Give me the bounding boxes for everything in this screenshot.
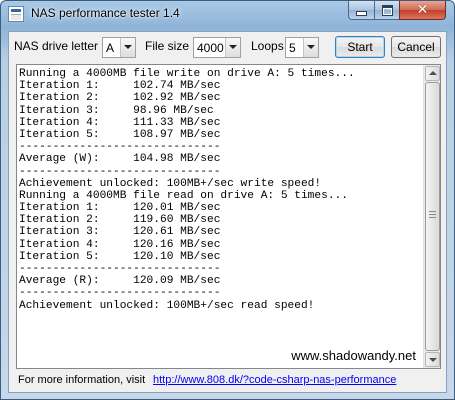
- file-size-label: File size: [145, 39, 190, 53]
- chevron-down-icon[interactable]: [120, 38, 135, 57]
- client-area: NAS drive letter A File size 4000 Loops …: [8, 31, 447, 393]
- chevron-down-icon[interactable]: [225, 38, 240, 57]
- close-button[interactable]: ✕: [399, 1, 446, 20]
- output-line: Average (R): 120.09 MB/sec: [19, 275, 221, 288]
- scroll-down-icon[interactable]: [425, 352, 440, 367]
- title-bar[interactable]: NAS performance tester 1.4 ✕: [1, 1, 454, 27]
- watermark-text: www.shadowandy.net: [291, 348, 416, 363]
- output-line: ------------------------------: [19, 141, 221, 154]
- drive-letter-label: NAS drive letter: [14, 39, 99, 53]
- output-line: Iteration 4: 120.16 MB/sec: [19, 238, 221, 251]
- info-text: For more information, visit: [18, 374, 146, 386]
- output-line: Iteration 5: 108.97 MB/sec: [19, 128, 221, 141]
- output-line: Iteration 5: 120.10 MB/sec: [19, 250, 221, 263]
- minimize-button[interactable]: [348, 1, 375, 20]
- results-output[interactable]: Running a 4000MB file write on drive A: …: [16, 64, 441, 369]
- start-button[interactable]: Start: [335, 36, 385, 58]
- file-size-value: 4000: [197, 41, 224, 55]
- maximize-icon: [381, 4, 393, 16]
- output-line: Iteration 3: 120.61 MB/sec: [19, 226, 221, 239]
- output-line: Iteration 1: 120.01 MB/sec: [19, 202, 221, 215]
- drive-letter-value: A: [106, 41, 115, 55]
- window-title: NAS performance tester 1.4: [31, 6, 180, 20]
- output-line: Iteration 2: 102.92 MB/sec: [19, 92, 221, 105]
- drive-letter-select[interactable]: A: [102, 37, 136, 58]
- output-text: Running a 4000MB file write on drive A: …: [19, 68, 424, 312]
- output-line: Iteration 3: 98.96 MB/sec: [19, 104, 214, 117]
- output-line: Running a 4000MB file read on drive A: 5…: [19, 189, 348, 202]
- app-window: NAS performance tester 1.4 ✕ NAS drive l…: [0, 0, 455, 400]
- info-link[interactable]: http://www.808.dk/?code-csharp-nas-perfo…: [153, 374, 396, 386]
- chevron-down-icon[interactable]: [303, 38, 318, 57]
- loops-label: Loops: [251, 39, 284, 53]
- output-line: Iteration 4: 111.33 MB/sec: [19, 116, 221, 129]
- output-line: ------------------------------: [19, 263, 221, 275]
- output-line: Running a 4000MB file write on drive A: …: [19, 68, 355, 80]
- minimize-icon: [356, 10, 367, 16]
- scroll-up-icon[interactable]: [425, 66, 440, 81]
- app-window-icon[interactable]: [8, 6, 24, 22]
- output-line: Iteration 2: 119.60 MB/sec: [19, 214, 221, 227]
- file-size-select[interactable]: 4000: [193, 37, 241, 58]
- close-icon: ✕: [416, 2, 429, 18]
- output-line: Iteration 1: 102.74 MB/sec: [19, 80, 221, 93]
- output-line: Average (W): 104.98 MB/sec: [19, 153, 221, 166]
- vertical-scrollbar[interactable]: [423, 65, 440, 368]
- output-line: ------------------------------: [19, 165, 221, 178]
- cancel-button[interactable]: Cancel: [391, 36, 441, 58]
- output-line: ------------------------------: [19, 287, 221, 300]
- output-line: Achievement unlocked: 100MB+/sec read sp…: [19, 299, 315, 312]
- scroll-thumb[interactable]: [425, 82, 440, 351]
- loops-value: 5: [289, 41, 296, 55]
- loops-select[interactable]: 5: [285, 37, 319, 58]
- maximize-button[interactable]: [374, 1, 400, 20]
- output-line: Achievement unlocked: 100MB+/sec write s…: [19, 177, 322, 190]
